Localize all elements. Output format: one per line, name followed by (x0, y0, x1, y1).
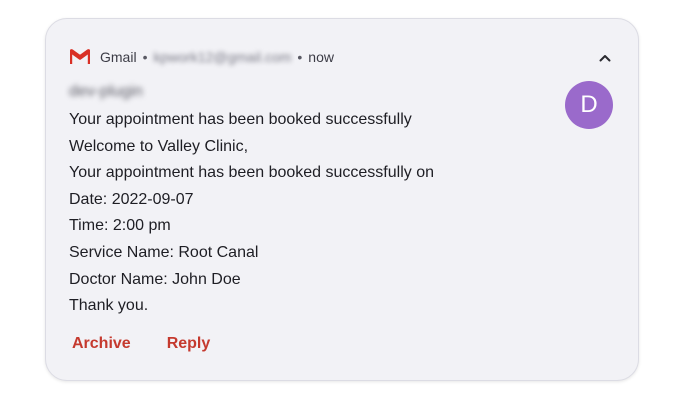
notification-actions: Archive Reply (72, 335, 210, 353)
notification-body: Your appointment has been booked success… (69, 107, 434, 320)
archive-button[interactable]: Archive (72, 335, 131, 353)
separator-dot: • (142, 49, 148, 65)
avatar: D (565, 81, 613, 129)
gmail-icon (70, 49, 90, 65)
notification-time: now (308, 49, 334, 65)
body-line: Service Name: Root Canal (69, 243, 259, 261)
body-line: Welcome to Valley Clinic, (69, 137, 249, 155)
body-line: Your appointment has been booked success… (69, 164, 434, 182)
body-line: Thank you. (69, 297, 149, 315)
app-name: Gmail (100, 49, 137, 65)
body-line: Date: 2022-09-07 (69, 190, 194, 208)
chevron-up-icon[interactable] (594, 47, 616, 69)
email-subject: Your appointment has been booked success… (69, 111, 412, 128)
notification-card[interactable]: Gmail • kpwork12@gmail.com • now D dev-p… (45, 18, 639, 381)
body-line: Time: 2:00 pm (69, 217, 171, 235)
body-line: Doctor Name: John Doe (69, 270, 241, 288)
notification-header: Gmail • kpwork12@gmail.com • now (70, 47, 334, 67)
reply-button[interactable]: Reply (167, 335, 211, 353)
sender-name: dev-plugin (69, 83, 143, 100)
separator-dot: • (297, 49, 303, 65)
account-email: kpwork12@gmail.com (153, 49, 292, 65)
